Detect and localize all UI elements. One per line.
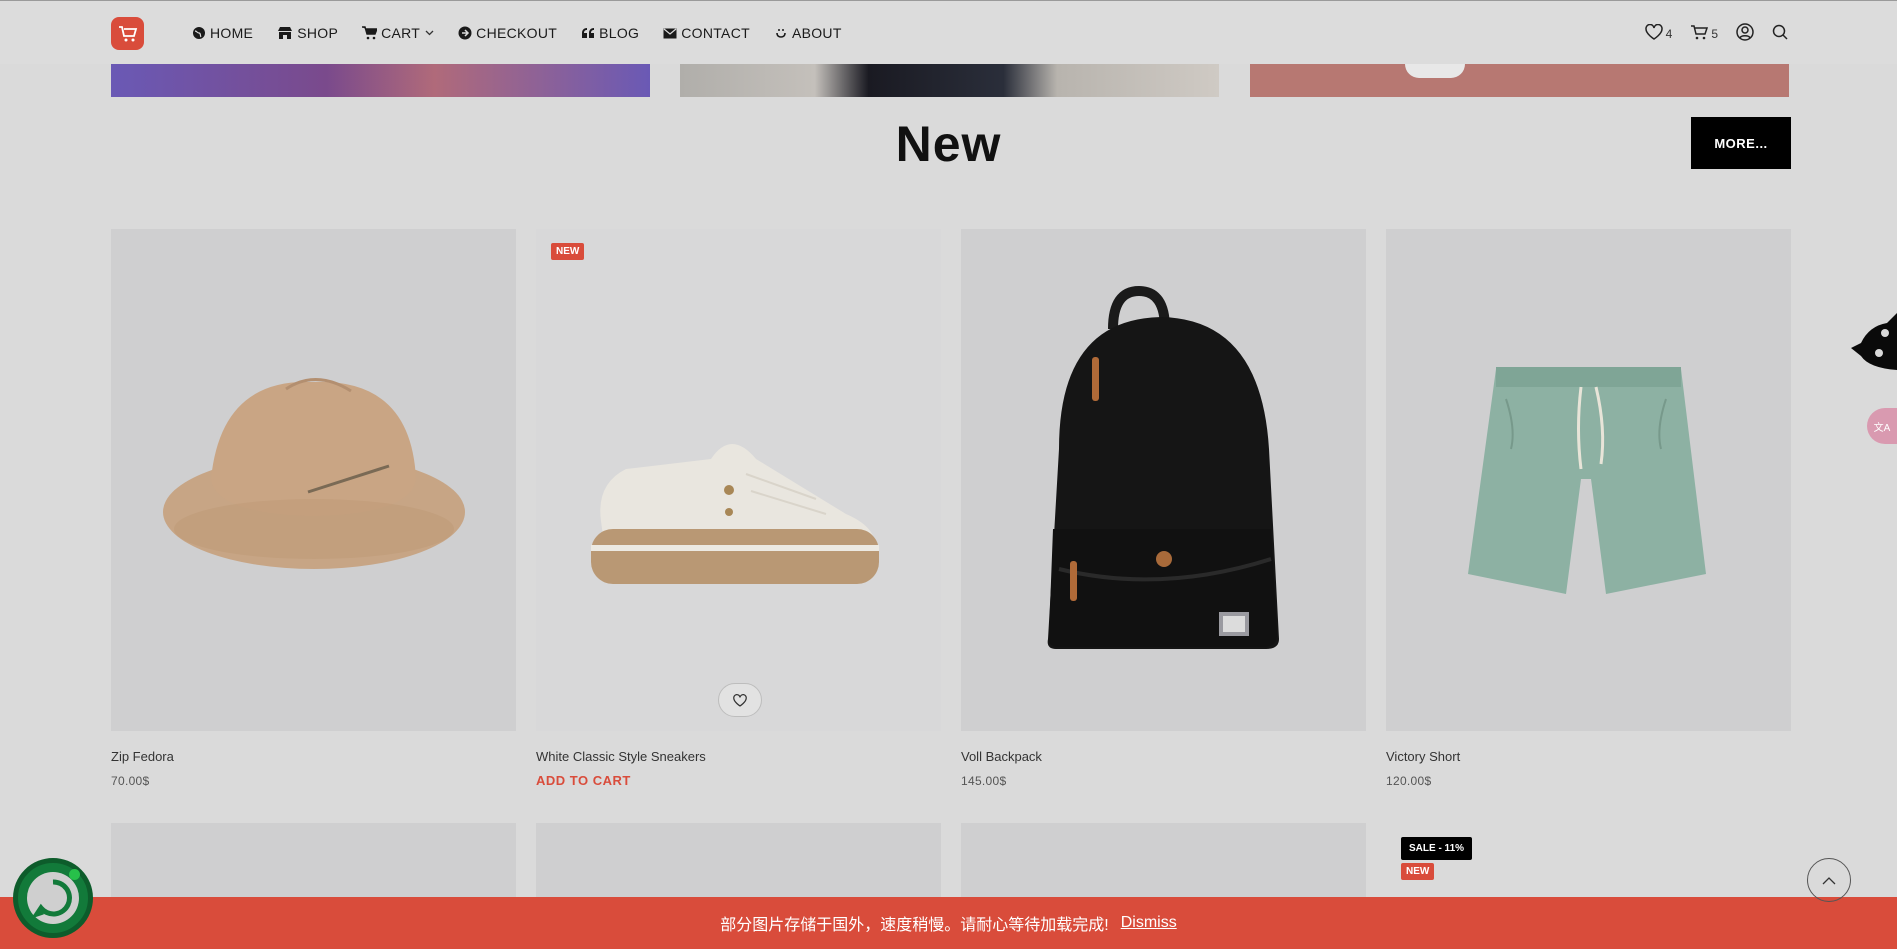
product-price: 120.00$: [1386, 774, 1432, 788]
product-card[interactable]: NEW White Classic Style Sneakers ADD TO …: [536, 229, 941, 788]
store-icon: [278, 27, 293, 39]
smile-icon: [776, 29, 786, 38]
product-image[interactable]: [961, 229, 1366, 731]
nav-blog-label: BLOG: [599, 25, 640, 41]
nav-shop-label: SHOP: [297, 25, 339, 41]
scroll-to-top-button[interactable]: [1807, 858, 1851, 902]
notice-text: 部分图片存储于国外，速度稍慢。请耐心等待加载完成!: [720, 917, 1109, 934]
category-banner-image[interactable]: [1250, 64, 1789, 97]
product-card[interactable]: Voll Backpack 145.00$: [961, 229, 1366, 788]
cart-button[interactable]: 5: [1690, 23, 1718, 41]
add-to-cart-link[interactable]: ADD TO CART: [536, 773, 631, 788]
nav-shop[interactable]: SHOP: [277, 23, 338, 43]
product-image[interactable]: NEW: [536, 229, 941, 731]
backpack-image: [1047, 285, 1279, 649]
product-name[interactable]: Voll Backpack: [961, 749, 1042, 764]
cart-icon: [362, 26, 378, 40]
new-badge: NEW: [1401, 863, 1435, 880]
logo-cart-icon[interactable]: [111, 17, 144, 50]
mail-icon: [663, 28, 677, 38]
product-image[interactable]: [1386, 229, 1791, 731]
product-card[interactable]: Zip Fedora 70.00$: [111, 229, 516, 788]
product-name[interactable]: White Classic Style Sneakers: [536, 749, 706, 764]
new-badge: NEW: [551, 243, 585, 260]
nav-home-label: HOME: [210, 25, 254, 41]
wishlist-button[interactable]: 4: [1644, 23, 1673, 41]
globe-icon: [193, 27, 205, 39]
chevron-down-icon: [425, 30, 434, 36]
nav-home[interactable]: HOME: [192, 23, 253, 43]
quote-icon: [582, 28, 595, 38]
shoe-image: [1405, 64, 1465, 78]
nav-checkout-label: CHECKOUT: [476, 25, 558, 41]
account-button[interactable]: [1736, 23, 1754, 41]
more-button[interactable]: MORE...: [1691, 117, 1791, 169]
cart-icon: [1691, 25, 1709, 40]
main-nav: HOME SHOP CART CHECKOUT BLOG CONTACT ABO…: [192, 23, 866, 43]
notice-bar: 部分图片存储于国外，速度稍慢。请耐心等待加载完成! Dismiss: [0, 897, 1897, 949]
nav-checkout[interactable]: CHECKOUT: [458, 23, 557, 43]
fedora-image: [163, 378, 465, 569]
nav-about[interactable]: ABOUT: [774, 23, 842, 43]
nav-cart-label: CART: [381, 25, 421, 41]
product-price: 70.00$: [111, 774, 150, 788]
dismiss-link[interactable]: Dismiss: [1121, 914, 1177, 932]
chat-widget-button[interactable]: [13, 858, 93, 938]
search-icon: [1772, 24, 1788, 40]
site-header: HOME SHOP CART CHECKOUT BLOG CONTACT ABO…: [0, 0, 1897, 64]
product-price: 145.00$: [961, 774, 1007, 788]
cart-count: 5: [1711, 27, 1718, 41]
nav-about-label: ABOUT: [791, 25, 842, 41]
category-banner-image[interactable]: [111, 64, 650, 97]
arrow-circle-icon: [458, 26, 472, 40]
product-card[interactable]: Victory Short 120.00$: [1386, 229, 1791, 788]
wishlist-count: 4: [1665, 27, 1673, 41]
nav-contact-label: CONTACT: [681, 25, 750, 41]
nav-cart[interactable]: CART: [362, 23, 434, 43]
online-status-dot: [69, 869, 80, 880]
search-button[interactable]: [1772, 24, 1788, 40]
chat-icon: [27, 872, 79, 924]
add-to-wishlist-button[interactable]: [718, 683, 762, 717]
chevron-up-icon: [1822, 876, 1836, 884]
sneaker-image: [591, 444, 879, 584]
sale-badge: SALE - 11%: [1401, 837, 1473, 860]
heart-icon: [1644, 24, 1663, 40]
translate-icon[interactable]: 文A: [1867, 408, 1897, 444]
product-image[interactable]: [111, 229, 516, 731]
nav-contact[interactable]: CONTACT: [663, 23, 750, 43]
category-banner-image[interactable]: [680, 64, 1219, 97]
section-title: New: [895, 116, 1002, 172]
cat-widget-icon[interactable]: [1849, 308, 1897, 378]
user-circle-icon: [1736, 23, 1754, 41]
product-name[interactable]: Zip Fedora: [111, 749, 174, 764]
nav-blog[interactable]: BLOG: [581, 23, 639, 43]
heart-icon: [733, 693, 747, 707]
product-name[interactable]: Victory Short: [1386, 749, 1460, 764]
shorts-image: [1468, 367, 1706, 594]
header-actions: 4 5: [1627, 23, 1788, 41]
